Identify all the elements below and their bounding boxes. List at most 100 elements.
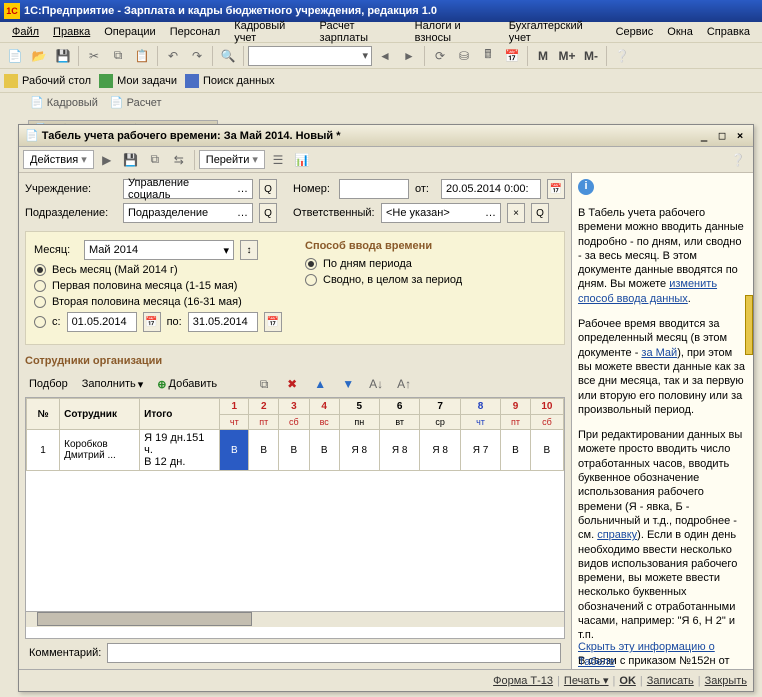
- day-col-2[interactable]: 2: [249, 399, 279, 415]
- new-icon[interactable]: 📄: [4, 45, 26, 67]
- calendar-icon[interactable]: 📅: [501, 45, 523, 67]
- toolbar-combo[interactable]: [248, 46, 372, 66]
- month-input[interactable]: Май 2014: [84, 240, 234, 260]
- day-col-3[interactable]: 3: [279, 399, 310, 415]
- day-col-8[interactable]: 8: [460, 399, 500, 415]
- date-picker-icon[interactable]: 📅: [547, 179, 565, 199]
- sort-desc-icon[interactable]: A↑: [393, 373, 415, 395]
- panel-desktop[interactable]: Рабочий стол: [4, 74, 91, 88]
- menu-hr[interactable]: Кадровый учет: [228, 18, 311, 46]
- comment-input[interactable]: [107, 643, 561, 663]
- cell-day-9[interactable]: В: [501, 430, 531, 471]
- dept-clear-icon[interactable]: Q: [259, 203, 277, 223]
- redo-icon[interactable]: ↷: [186, 45, 208, 67]
- menu-payroll[interactable]: Расчет зарплаты: [314, 18, 407, 46]
- min-icon[interactable]: _: [697, 129, 711, 142]
- grid-scrollbar[interactable]: [26, 611, 564, 627]
- radio-second-half[interactable]: Вторая половина месяца (16-31 мая): [34, 296, 285, 308]
- calc-icon[interactable]: 🖩: [477, 45, 499, 67]
- cell-day-5[interactable]: Я 8: [339, 430, 379, 471]
- org-clear-icon[interactable]: Q: [259, 179, 277, 199]
- grid-up-icon[interactable]: ▲: [309, 373, 331, 395]
- cell-day-3[interactable]: В: [279, 430, 310, 471]
- cell-day-6[interactable]: Я 8: [380, 430, 420, 471]
- resp-clear-icon[interactable]: ×: [507, 203, 525, 223]
- post-icon[interactable]: ▶: [96, 149, 118, 171]
- day-col-6[interactable]: 6: [380, 399, 420, 415]
- fill-button[interactable]: Заполнить ▾: [78, 376, 148, 393]
- nav-icon[interactable]: ⇆: [168, 149, 190, 171]
- find-icon[interactable]: 🔍: [217, 45, 239, 67]
- close-icon[interactable]: ×: [733, 129, 747, 142]
- day-col-10[interactable]: 10: [530, 399, 563, 415]
- copy-doc-icon[interactable]: ⧉: [144, 149, 166, 171]
- link-reference[interactable]: справку: [597, 529, 637, 541]
- grid-down-icon[interactable]: ▼: [337, 373, 359, 395]
- db-icon[interactable]: ⛁: [453, 45, 475, 67]
- radio-summary[interactable]: Сводно, в целом за период: [305, 274, 556, 286]
- radio-custom-period[interactable]: с: 01.05.2014 📅 по: 31.05.2014 📅: [34, 312, 285, 332]
- cell-num[interactable]: 1: [27, 430, 60, 471]
- cell-day-7[interactable]: Я 8: [420, 430, 460, 471]
- col-num[interactable]: №: [27, 399, 60, 430]
- save-doc-icon[interactable]: 💾: [120, 149, 142, 171]
- report-icon[interactable]: 📊: [291, 149, 313, 171]
- open-icon[interactable]: 📂: [28, 45, 50, 67]
- radio-first-half[interactable]: Первая половина месяца (1-15 мая): [34, 280, 285, 292]
- ok-button[interactable]: OK: [619, 675, 636, 687]
- right-indicator[interactable]: [745, 295, 753, 355]
- help-icon[interactable]: ❔: [611, 45, 633, 67]
- day-col-7[interactable]: 7: [420, 399, 460, 415]
- nav-back-icon[interactable]: ◄: [374, 45, 396, 67]
- cell-employee[interactable]: Коробков Дмитрий ...: [60, 430, 140, 471]
- menu-personnel[interactable]: Персонал: [164, 24, 227, 40]
- paste-icon[interactable]: 📋: [131, 45, 153, 67]
- cell-day-1[interactable]: В: [220, 430, 249, 471]
- cell-total[interactable]: Я 19 дн.151 ч.В 12 дн.: [140, 430, 220, 471]
- menu-service[interactable]: Сервис: [610, 24, 660, 40]
- m-mode[interactable]: M: [532, 45, 554, 67]
- actions-button[interactable]: Действия: [23, 150, 94, 169]
- cell-day-4[interactable]: В: [309, 430, 339, 471]
- refresh-icon[interactable]: ⟳: [429, 45, 451, 67]
- grid-copy-icon[interactable]: ⧉: [253, 373, 275, 395]
- menu-edit[interactable]: Правка: [47, 24, 96, 40]
- select-button[interactable]: Подбор: [25, 376, 72, 392]
- org-input[interactable]: Управление социаль: [123, 179, 253, 199]
- resp-lookup-icon[interactable]: Q: [531, 203, 549, 223]
- radio-by-days[interactable]: По дням периода: [305, 258, 556, 270]
- nav-fwd-icon[interactable]: ►: [398, 45, 420, 67]
- save-button[interactable]: Записать: [647, 675, 694, 687]
- radio-full-month[interactable]: Весь месяц (Май 2014 г): [34, 264, 285, 276]
- m-plus[interactable]: M+: [556, 45, 578, 67]
- to-date-icon[interactable]: 📅: [264, 312, 282, 332]
- doc-help-icon[interactable]: ❔: [727, 149, 749, 171]
- close-button[interactable]: Закрыть: [705, 675, 747, 687]
- day-col-9[interactable]: 9: [501, 399, 531, 415]
- save-icon[interactable]: 💾: [52, 45, 74, 67]
- col-employee[interactable]: Сотрудник: [60, 399, 140, 430]
- m-minus[interactable]: M-: [580, 45, 602, 67]
- menu-windows[interactable]: Окна: [661, 24, 699, 40]
- menu-help[interactable]: Справка: [701, 24, 756, 40]
- col-total[interactable]: Итого: [140, 399, 220, 430]
- from-date-icon[interactable]: 📅: [143, 312, 161, 332]
- panel-tasks[interactable]: Мои задачи: [99, 74, 177, 88]
- cell-day-8[interactable]: Я 7: [460, 430, 500, 471]
- hide-help-link[interactable]: Скрыть эту информацию о Табеле: [578, 641, 715, 667]
- menu-file[interactable]: Файл: [6, 24, 45, 40]
- day-col-5[interactable]: 5: [339, 399, 379, 415]
- cell-day-2[interactable]: В: [249, 430, 279, 471]
- sort-asc-icon[interactable]: A↓: [365, 373, 387, 395]
- num-input[interactable]: [339, 179, 409, 199]
- form-t13-link[interactable]: Форма Т-13: [493, 675, 553, 687]
- grid-delete-icon[interactable]: ✖: [281, 373, 303, 395]
- link-month[interactable]: за Май: [641, 347, 677, 359]
- add-button[interactable]: ⊕ Добавить: [153, 376, 221, 393]
- day-col-1[interactable]: 1: [220, 399, 249, 415]
- menu-taxes[interactable]: Налоги и взносы: [409, 18, 501, 46]
- menu-operations[interactable]: Операции: [98, 24, 161, 40]
- menu-accounting[interactable]: Бухгалтерский учет: [503, 18, 608, 46]
- employees-grid[interactable]: № Сотрудник Итого 12345678910 чтптсбвспн…: [25, 397, 565, 639]
- max-icon[interactable]: □: [715, 129, 729, 142]
